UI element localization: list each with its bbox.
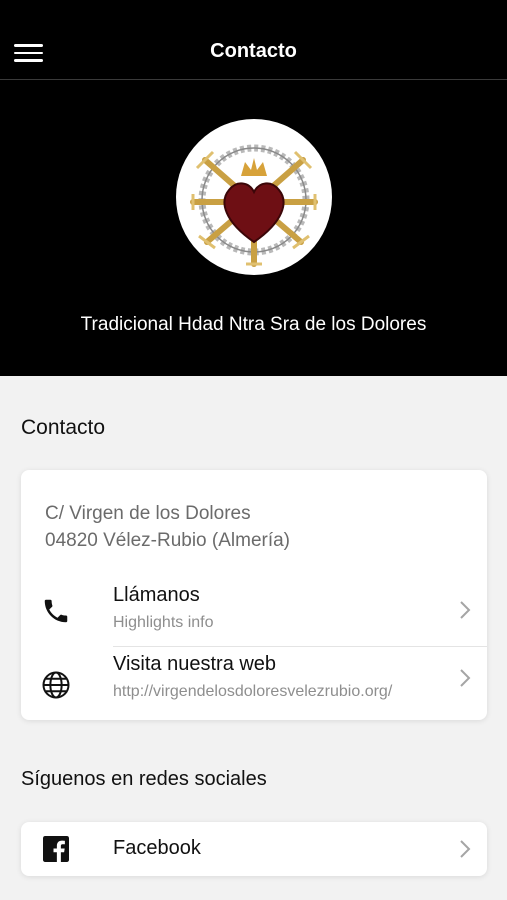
contact-card: C/ Virgen de los Dolores 04820 Vélez-Rub… [21,470,487,720]
top-app-bar: Contacto [0,0,507,80]
organization-name: Tradicional Hdad Ntra Sra de los Dolores [80,314,427,335]
web-label: Visita nuestra web [113,653,277,675]
main-content: Contacto C/ Virgen de los Dolores 04820 … [0,376,507,900]
social-section-title: Síguenos en redes sociales [21,768,267,790]
social-card: Facebook [21,822,487,876]
chevron-right-icon [460,840,471,858]
chevron-right-icon [460,669,471,687]
address: C/ Virgen de los Dolores 04820 Vélez-Rub… [45,500,290,554]
row-divider [113,646,487,647]
hero-banner: Tradicional Hdad Ntra Sra de los Dolores [0,80,507,376]
call-subtitle: Highlights info [113,614,214,631]
call-label: Llámanos [113,584,200,606]
phone-icon [44,599,68,623]
contact-section-title: Contacto [21,416,106,439]
chevron-right-icon [460,601,471,619]
web-url: http://virgendelosdoloresvelezrubio.org/ [113,683,393,700]
web-row[interactable]: Visita nuestra web http://virgendelosdol… [21,648,487,720]
address-line-1: C/ Virgen de los Dolores [45,503,251,524]
address-line-2: 04820 Vélez-Rubio (Almería) [45,530,291,551]
call-row[interactable]: Llámanos Highlights info [21,574,487,646]
facebook-icon [43,836,69,862]
page-title: Contacto [210,40,297,62]
sacred-heart-crest-logo [176,119,332,275]
facebook-label: Facebook [113,837,201,859]
globe-icon [42,671,70,699]
facebook-row[interactable]: Facebook [21,822,487,876]
